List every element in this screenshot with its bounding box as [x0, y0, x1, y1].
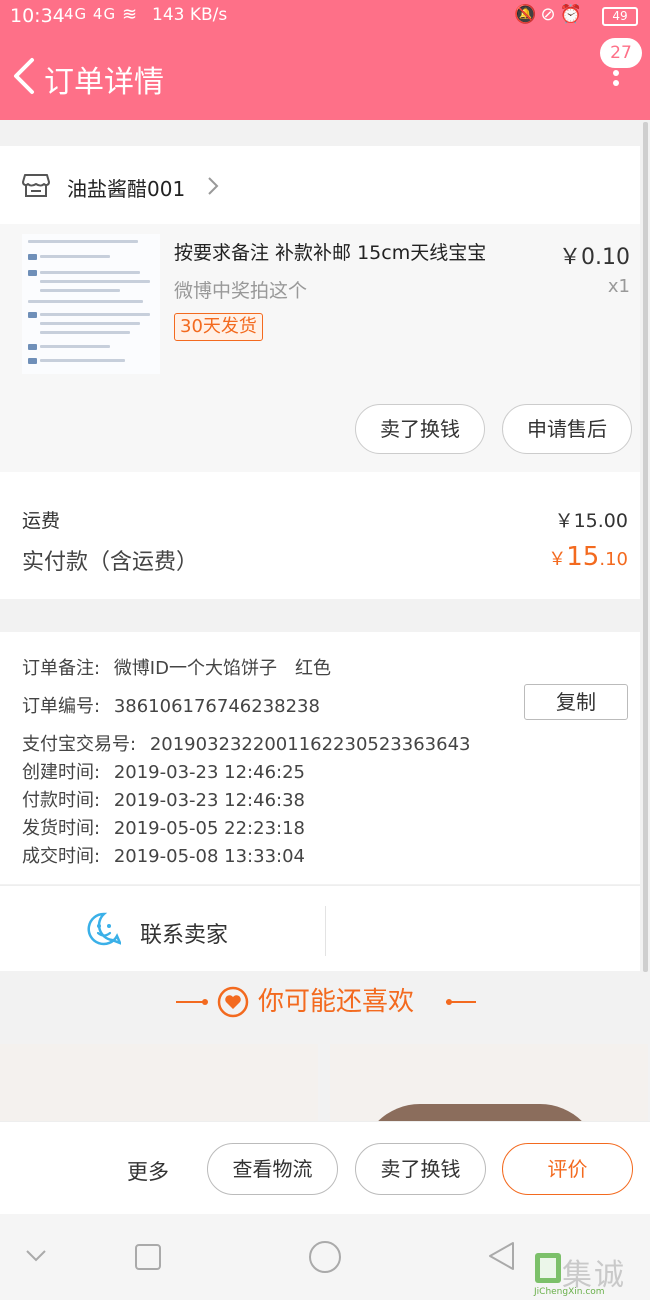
deco-line-right	[446, 1001, 476, 1003]
status-bar: 10:34 4G 4G ≋ 143 KB/s 🔕⊘⏰ 49	[0, 0, 650, 34]
contact-seller-button[interactable]: 联系卖家	[0, 886, 325, 972]
closed-row: 成交时间: 2019-05-08 13:33:04	[22, 842, 305, 868]
shipping-label: 运费	[22, 510, 61, 532]
back-triangle-icon[interactable]	[486, 1240, 516, 1272]
closed-value: 2019-05-08 13:33:04	[113, 846, 305, 867]
order-note-row: 订单备注: 微博ID一个大馅饼子 红色	[22, 654, 331, 680]
dot-icon	[613, 70, 619, 76]
message-badge[interactable]: 27	[600, 38, 642, 68]
signal-icon: 4G 4G	[64, 5, 117, 23]
closed-label: 成交时间:	[22, 846, 101, 867]
order-note-value: 微博ID一个大馅饼子 红色	[113, 658, 331, 679]
paid-time-row: 付款时间: 2019-03-23 12:46:38	[22, 786, 305, 812]
shipped-row: 发货时间: 2019-05-05 22:23:18	[22, 814, 305, 840]
paid-time-value: 2019-03-23 12:46:38	[113, 790, 305, 811]
chevron-down-icon[interactable]	[24, 1248, 48, 1264]
item-price: ￥0.10	[559, 245, 630, 270]
item-title[interactable]: 按要求备注 补款补邮 15cm天线宝宝	[174, 238, 486, 265]
order-info: 订单备注: 微博ID一个大馅饼子 红色 订单编号: 38610617674623…	[0, 632, 640, 884]
app-header: 10:34 4G 4G ≋ 143 KB/s 🔕⊘⏰ 49 订单详情 27	[0, 0, 650, 120]
recommend-header: 你可能还喜欢	[0, 980, 650, 1024]
shop-row[interactable]: 油盐酱醋001	[0, 146, 640, 224]
divider	[325, 906, 326, 956]
order-number-label: 订单编号:	[22, 696, 101, 717]
status-time: 10:34	[10, 5, 65, 27]
dot-icon	[613, 80, 619, 86]
wifi-icon: ≋	[122, 4, 138, 25]
network-speed: 143 KB/s	[152, 5, 228, 25]
watermark-emblem	[535, 1253, 561, 1283]
order-item[interactable]: 按要求备注 补款补邮 15cm天线宝宝 微博中奖拍这个 30天发货 ￥0.10 …	[0, 224, 640, 472]
alipay-label: 支付宝交易号:	[22, 734, 137, 755]
home-icon[interactable]	[308, 1240, 342, 1274]
shipping-value: ￥15.00	[554, 510, 628, 532]
paid-time-label: 付款时间:	[22, 790, 101, 811]
alipay-value: 2019032322001162230523363643	[149, 734, 471, 755]
chevron-right-icon	[208, 177, 219, 195]
item-quantity: x1	[607, 276, 630, 297]
alipay-row: 支付宝交易号: 2019032322001162230523363643	[22, 730, 470, 756]
order-note-label: 订单备注:	[22, 658, 101, 679]
paid-currency: ￥	[548, 549, 567, 570]
battery-icon: 49	[602, 7, 638, 26]
order-number-value: 386106176746238238	[113, 696, 320, 717]
store-icon	[22, 174, 50, 197]
chat-face-icon	[87, 912, 121, 946]
contact-seller-label: 联系卖家	[140, 923, 229, 948]
paid-decimal: .10	[599, 549, 628, 570]
contact-bar: 联系卖家	[0, 885, 640, 971]
review-button[interactable]: 评价	[502, 1143, 633, 1195]
created-label: 创建时间:	[22, 762, 101, 783]
bottom-action-bar: 更多 查看物流 卖了换钱 评价	[0, 1121, 650, 1214]
paid-label: 实付款（含运费）	[22, 550, 199, 575]
watermark-url: JiChengXin.com	[534, 1287, 605, 1297]
scrollbar[interactable]	[643, 122, 648, 972]
copy-button[interactable]: 复制	[524, 684, 628, 720]
back-button[interactable]	[10, 56, 40, 96]
sell-again-button[interactable]: 卖了换钱	[355, 1143, 486, 1195]
recommend-title: 你可能还喜欢	[258, 987, 415, 1017]
paid-integer: 15	[566, 542, 600, 572]
paid-value: ￥15.10	[548, 542, 628, 572]
recommend-card[interactable]	[0, 1044, 318, 1122]
view-logistics-button[interactable]: 查看物流	[207, 1143, 338, 1195]
order-number-row: 订单编号: 386106176746238238	[22, 692, 320, 718]
watermark-logo: 集诚信 JiChengXin.com	[530, 1250, 648, 1298]
heart-icon	[217, 986, 249, 1018]
deco-dot-left	[202, 999, 208, 1005]
created-value: 2019-03-23 12:46:25	[113, 762, 305, 783]
recent-apps-icon[interactable]	[134, 1243, 162, 1271]
after-sale-button[interactable]: 申请售后	[502, 404, 632, 454]
created-row: 创建时间: 2019-03-23 12:46:25	[22, 758, 305, 784]
page-title: 订单详情	[44, 65, 164, 100]
status-icons: 🔕⊘⏰	[514, 4, 586, 25]
product-thumbnail[interactable]	[22, 234, 160, 374]
shipped-label: 发货时间:	[22, 818, 101, 839]
sell-button[interactable]: 卖了换钱	[355, 404, 485, 454]
item-sku: 微博中奖拍这个	[174, 280, 308, 302]
more-menu-button[interactable]	[606, 70, 626, 96]
more-button[interactable]: 更多	[127, 1156, 169, 1186]
chevron-left-icon	[14, 58, 34, 94]
shipping-tag: 30天发货	[174, 313, 263, 341]
shipped-value: 2019-05-05 22:23:18	[113, 818, 305, 839]
shop-name: 油盐酱醋001	[67, 177, 186, 201]
fee-summary: 运费 ￥15.00 实付款（含运费） ￥15.10	[0, 472, 640, 599]
